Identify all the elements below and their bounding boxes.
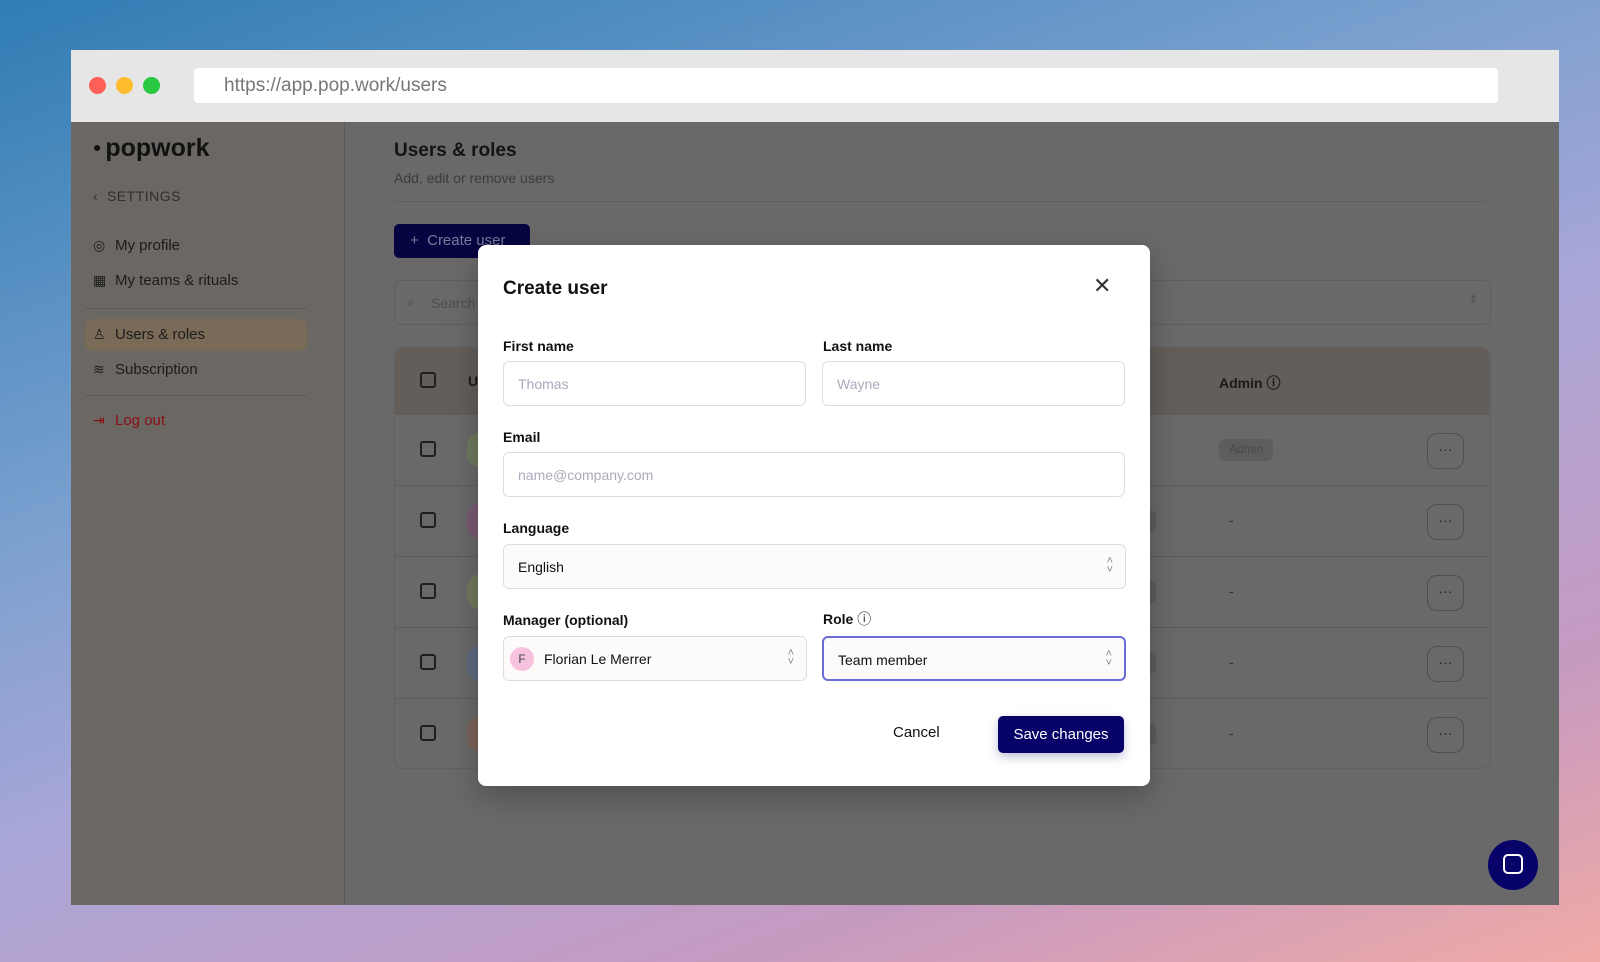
layers-icon: ≋ <box>93 361 105 377</box>
admin-value: - <box>1229 583 1234 599</box>
chevron-updown-icon: ⇕ <box>1468 294 1478 306</box>
more-actions-button[interactable]: ··· <box>1427 646 1464 682</box>
page-subtitle: Add, edit or remove users <box>394 170 555 186</box>
chat-icon <box>1503 854 1523 874</box>
more-actions-button[interactable]: ··· <box>1427 717 1464 753</box>
chevron-updown-icon: ˄ ˅ <box>787 647 794 668</box>
search-icon: ⌕ <box>407 293 415 309</box>
close-icon[interactable]: ✕ <box>1093 273 1111 299</box>
manager-select[interactable]: F Florian Le Merrer ˄ ˅ <box>503 636 807 681</box>
logout-icon: ⇥ <box>93 412 105 428</box>
select-all-checkbox[interactable] <box>420 372 436 388</box>
row-checkbox[interactable] <box>420 441 436 457</box>
help-icon[interactable]: ⓘ <box>857 611 871 627</box>
browser-titlebar: https://app.pop.work/users <box>71 50 1559 122</box>
page-title: Users & roles <box>394 140 517 161</box>
admin-value: - <box>1229 512 1234 528</box>
sidebar-item-subscription[interactable]: ≋ Subscription <box>85 354 307 386</box>
avatar: F <box>510 647 534 671</box>
last-name-label: Last name <box>823 338 893 354</box>
modal-title: Create user <box>503 278 608 299</box>
calendar-icon: ▦ <box>93 272 107 288</box>
logout-button[interactable]: ⇥ Log out <box>85 405 307 437</box>
admin-value: - <box>1229 654 1234 670</box>
row-checkbox[interactable] <box>420 512 436 528</box>
last-name-input[interactable]: Wayne <box>822 361 1125 406</box>
url-bar[interactable]: https://app.pop.work/users <box>194 68 1498 103</box>
save-changes-button[interactable]: Save changes <box>998 716 1124 753</box>
create-user-modal: Create user ✕ First name Thomas Last nam… <box>478 245 1150 786</box>
first-name-label: First name <box>503 338 574 354</box>
divider <box>85 395 307 396</box>
sidebar: ● popwork ‹ SETTINGS ◎ My profile ▦ My tea… <box>71 122 345 905</box>
chat-support-button[interactable] <box>1488 840 1538 890</box>
more-actions-button[interactable]: ··· <box>1427 575 1464 611</box>
email-label: Email <box>503 429 541 445</box>
language-label: Language <box>503 520 570 536</box>
more-actions-button[interactable]: ··· <box>1427 433 1464 469</box>
sidebar-item-my-teams[interactable]: ▦ My teams & rituals <box>85 265 307 297</box>
language-select[interactable]: English ˄ ˅ <box>503 544 1126 589</box>
user-icon: ♙ <box>93 326 106 342</box>
row-checkbox[interactable] <box>420 725 436 741</box>
row-checkbox[interactable] <box>420 654 436 670</box>
row-checkbox[interactable] <box>420 583 436 599</box>
more-actions-button[interactable]: ··· <box>1427 504 1464 540</box>
chevron-left-icon: ‹ <box>93 188 107 204</box>
divider <box>85 308 307 309</box>
sidebar-item-users-roles[interactable]: ♙ Users & roles <box>85 319 307 351</box>
manager-label: Manager (optional) <box>503 612 629 628</box>
maximize-window-button[interactable] <box>143 77 160 94</box>
user-circle-icon: ◎ <box>93 237 106 253</box>
chevron-updown-icon: ˄ ˅ <box>1106 555 1113 576</box>
plus-icon: + <box>410 232 428 249</box>
admin-value: - <box>1229 725 1234 741</box>
sidebar-item-my-profile[interactable]: ◎ My profile <box>85 230 307 262</box>
first-name-input[interactable]: Thomas <box>503 361 806 406</box>
email-input[interactable]: name@company.com <box>503 452 1125 497</box>
column-header-user: U <box>468 373 479 389</box>
minimize-window-button[interactable] <box>116 77 133 94</box>
logo: ● popwork <box>93 134 210 162</box>
cancel-button[interactable]: Cancel <box>893 716 940 749</box>
help-icon[interactable]: ⓘ <box>1266 375 1280 391</box>
column-header-admin: Admin ⓘ <box>1219 375 1281 391</box>
back-to-settings[interactable]: ‹ SETTINGS <box>93 188 181 204</box>
divider <box>394 201 1484 202</box>
role-select[interactable]: Team member ˄ ˅ <box>822 636 1126 681</box>
role-label: Role ⓘ <box>823 611 872 627</box>
chevron-updown-icon: ˄ ˅ <box>1105 648 1112 669</box>
close-window-button[interactable] <box>89 77 106 94</box>
admin-badge: Admin <box>1219 439 1274 461</box>
